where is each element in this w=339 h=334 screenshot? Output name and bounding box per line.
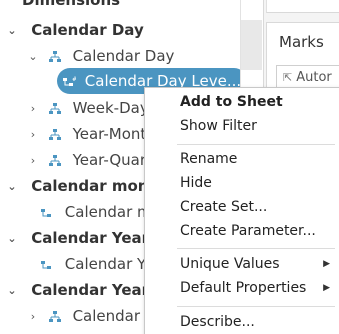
tree-group-calendar-day[interactable]: ⌄ Calendar Day bbox=[6, 18, 144, 43]
chevron-down-icon[interactable]: ⌄ bbox=[6, 227, 18, 251]
tree-hierarchy-calendar-day[interactable]: ⌄ Calendar Day bbox=[27, 44, 174, 68]
field-context-menu: Add to Sheet Show Filter Rename Hide Cre… bbox=[144, 87, 339, 334]
menu-item-default-properties[interactable]: Default Properties ▶ bbox=[145, 276, 339, 300]
tableau-workspace: Dimensions ⌄ Calendar Day ⌄ Calendar Day… bbox=[0, 0, 339, 334]
group-label: Calendar Day bbox=[31, 21, 144, 39]
tree-group-calendar-year[interactable]: ⌄ Calendar Year bbox=[6, 226, 149, 250]
menu-item-unique-values[interactable]: Unique Values ▶ bbox=[145, 252, 339, 276]
chevron-down-icon[interactable]: ⌄ bbox=[6, 279, 18, 303]
menu-item-label: Unique Values bbox=[180, 256, 280, 272]
menu-item-hide[interactable]: Hide bbox=[145, 171, 339, 195]
menu-item-label: Default Properties bbox=[180, 280, 307, 296]
tree-item-week-day[interactable]: › Week-Day bbox=[27, 96, 149, 120]
menu-separator bbox=[177, 306, 335, 307]
tree-item-calendar-year[interactable]: Calendar Ye bbox=[40, 252, 153, 276]
tree-item-label: Year-Quart bbox=[72, 151, 152, 169]
dimensions-heading: Dimensions bbox=[22, 0, 121, 9]
tree-item-label: Calendar m bbox=[64, 203, 152, 221]
date-field-icon bbox=[40, 206, 54, 220]
group-label: Calendar Year bbox=[31, 229, 150, 247]
menu-item-create-parameter[interactable]: Create Parameter... bbox=[145, 219, 339, 243]
menu-item-create-set[interactable]: Create Set... bbox=[145, 195, 339, 219]
mark-type-label: Autor bbox=[296, 70, 332, 85]
hierarchy-icon bbox=[48, 128, 62, 142]
tree-item-label: Week-Day bbox=[72, 99, 149, 117]
chevron-right-icon[interactable]: › bbox=[27, 149, 39, 173]
scrollbar-thumb[interactable] bbox=[241, 20, 262, 70]
chevron-down-icon[interactable]: ⌄ bbox=[6, 19, 18, 43]
chevron-down-icon[interactable]: ⌄ bbox=[27, 45, 39, 69]
chevron-right-icon[interactable]: › bbox=[27, 97, 39, 121]
chevron-down-icon[interactable]: ⌄ bbox=[6, 175, 18, 199]
hierarchy-icon bbox=[48, 102, 62, 116]
menu-item-add-to-sheet[interactable]: Add to Sheet bbox=[145, 90, 339, 114]
menu-separator bbox=[177, 144, 335, 145]
hierarchy-icon bbox=[48, 154, 62, 168]
triangle-right-icon: ▶ bbox=[323, 283, 330, 293]
tree-item-year-quarter[interactable]: › Year-Quart bbox=[27, 148, 152, 172]
menu-separator bbox=[177, 248, 335, 249]
tree-item-calendar-month[interactable]: Calendar m bbox=[40, 200, 152, 224]
svg-text:#: # bbox=[72, 76, 76, 83]
marks-title: Marks bbox=[279, 33, 324, 51]
menu-item-describe[interactable]: Describe... bbox=[145, 310, 339, 334]
tree-item-year-month[interactable]: › Year-Month bbox=[27, 122, 156, 146]
triangle-right-icon: ▶ bbox=[323, 259, 330, 269]
menu-item-rename[interactable]: Rename bbox=[145, 147, 339, 171]
tree-item-label: Calendar Ye bbox=[64, 255, 154, 273]
hierarchy-label: Calendar Day bbox=[72, 47, 175, 65]
date-field-icon: # bbox=[62, 75, 76, 89]
tree-hierarchy-calendar-year-month[interactable]: › Calendar Ye bbox=[27, 304, 161, 328]
hierarchy-icon bbox=[48, 310, 62, 324]
chevron-right-icon[interactable]: › bbox=[27, 123, 39, 147]
filters-card bbox=[266, 0, 339, 13]
chevron-right-icon[interactable]: › bbox=[27, 305, 39, 329]
tree-group-calendar-month[interactable]: ⌄ Calendar month bbox=[6, 174, 166, 198]
hierarchy-icon bbox=[48, 50, 62, 64]
menu-item-show-filter[interactable]: Show Filter bbox=[145, 114, 339, 138]
date-field-icon bbox=[40, 258, 54, 272]
